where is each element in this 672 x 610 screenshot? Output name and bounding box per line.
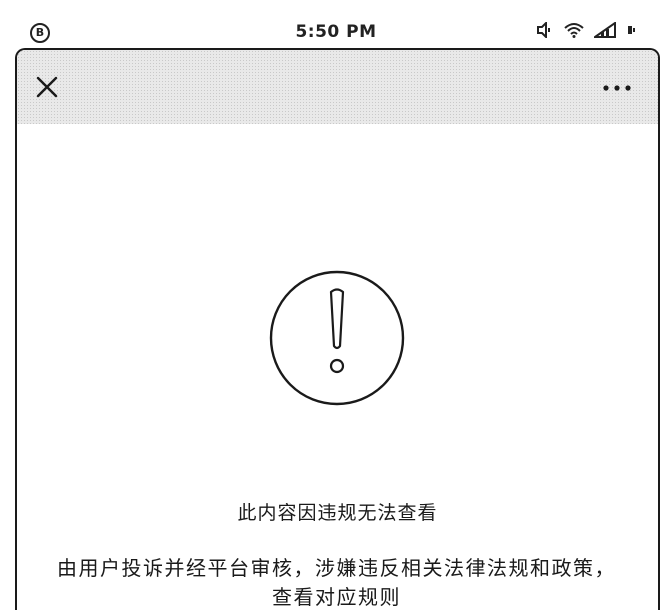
close-icon[interactable] bbox=[35, 75, 59, 99]
exclamation-icon bbox=[269, 270, 405, 406]
signal-icon bbox=[594, 22, 616, 38]
battery-icon bbox=[628, 26, 635, 34]
top-navbar bbox=[17, 50, 658, 124]
app-window: 此内容因违规无法查看 由用户投诉并经平台审核，涉嫌违反相关法律法规和政策，查看对… bbox=[15, 48, 660, 610]
notice-content: 此内容因违规无法查看 由用户投诉并经平台审核，涉嫌违反相关法律法规和政策，查看对… bbox=[17, 124, 658, 610]
wifi-icon bbox=[564, 23, 584, 38]
notice-description: 由用户投诉并经平台审核，涉嫌违反相关法律法规和政策，查看对应规则 bbox=[57, 556, 616, 609]
more-icon[interactable] bbox=[602, 84, 632, 92]
status-icons bbox=[536, 22, 636, 38]
notice-title: 此内容因违规无法查看 bbox=[237, 502, 438, 524]
mute-icon bbox=[537, 22, 550, 38]
